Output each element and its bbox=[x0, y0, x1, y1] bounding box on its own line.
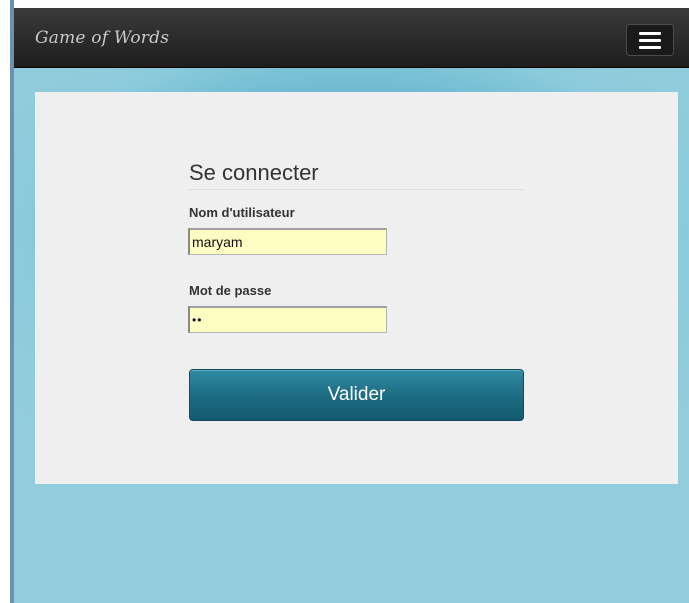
menu-bar bbox=[639, 31, 661, 35]
login-title: Se connecter bbox=[189, 160, 319, 185]
title-divider bbox=[189, 189, 524, 190]
password-input[interactable]: •• bbox=[188, 306, 387, 333]
username-label: Nom d'utilisateur bbox=[189, 205, 295, 220]
password-label: Mot de passe bbox=[189, 283, 272, 298]
navbar: Game of Words bbox=[14, 8, 689, 68]
login-panel: Se connecter Nom d'utilisateur Mot de pa… bbox=[35, 92, 678, 484]
username-input[interactable] bbox=[188, 228, 387, 255]
brand-logo[interactable]: Game of Words bbox=[35, 28, 169, 48]
menu-bar bbox=[639, 45, 661, 49]
top-edge bbox=[0, 0, 689, 8]
hamburger-menu-icon[interactable] bbox=[626, 24, 674, 56]
submit-button[interactable]: Valider bbox=[189, 369, 524, 421]
app-window: Game of Words Se connecter Nom d'utilisa… bbox=[14, 8, 689, 603]
menu-bar bbox=[639, 38, 661, 42]
